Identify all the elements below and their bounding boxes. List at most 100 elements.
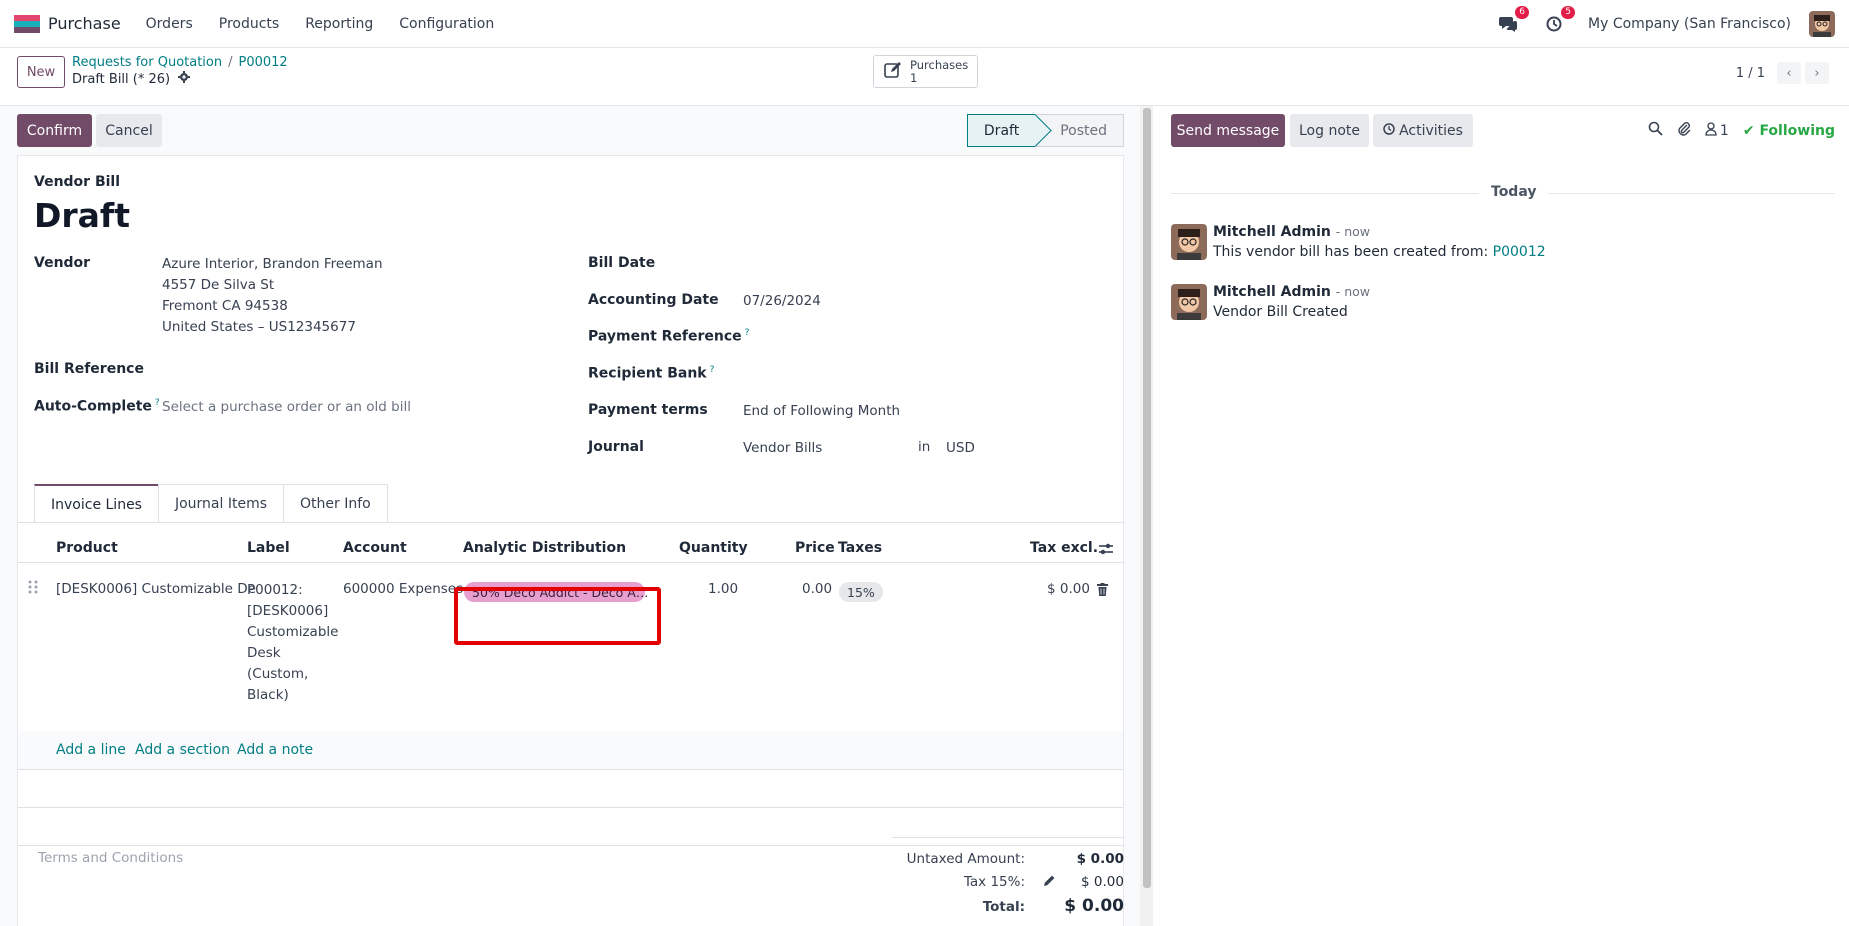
payment-reference-label: Payment Reference? xyxy=(588,328,750,345)
tab-journal-items[interactable]: Journal Items xyxy=(157,484,285,523)
activities-button[interactable]: Activities xyxy=(1373,114,1473,147)
add-note-link[interactable]: Add a note xyxy=(237,742,313,758)
messages-icon[interactable]: 6 xyxy=(1496,6,1530,36)
col-taxes[interactable]: Taxes xyxy=(838,540,882,556)
statusbar: Confirm Cancel Draft Posted xyxy=(17,114,1124,148)
app-logo-icon[interactable] xyxy=(14,14,40,33)
journal-in-text: in xyxy=(918,439,931,455)
table-header-divider xyxy=(18,562,1123,563)
breadcrumb-separator: / xyxy=(228,55,233,70)
activities-badge: 5 xyxy=(1561,6,1576,19)
line-price[interactable]: 0.00 xyxy=(802,581,832,597)
col-account[interactable]: Account xyxy=(343,540,407,556)
accounting-date-input[interactable]: 07/26/2024 xyxy=(743,293,821,309)
row-divider xyxy=(18,807,1123,808)
col-price[interactable]: Price xyxy=(795,540,835,556)
bill-reference-input[interactable] xyxy=(162,357,492,379)
form-view: Confirm Cancel Draft Posted Vendor Bill … xyxy=(0,106,1140,926)
followers-count: 1 xyxy=(1719,122,1729,139)
smart-button-label: Purchases xyxy=(910,57,969,72)
vendor-label: Vendor xyxy=(34,255,91,271)
col-tax-excl[interactable]: Tax excl. xyxy=(1030,540,1098,556)
breadcrumb-rfq[interactable]: Requests for Quotation xyxy=(72,55,222,70)
smart-button-count: 1 xyxy=(910,70,918,85)
optional-columns-icon[interactable] xyxy=(1098,542,1114,560)
followers-button[interactable]: 1 xyxy=(1705,121,1729,140)
tax-tag[interactable]: 15% xyxy=(839,582,883,602)
tax-value: $ 0.00 xyxy=(1081,874,1124,890)
chevron-left-icon[interactable]: ‹ xyxy=(1777,62,1801,84)
col-label[interactable]: Label xyxy=(247,540,290,556)
tab-other-info[interactable]: Other Info xyxy=(283,484,388,523)
control-panel: New Requests for Quotation / P00012 Draft … xyxy=(0,48,1849,106)
accounting-date-label: Accounting Date xyxy=(588,292,719,308)
untaxed-amount-label: Untaxed Amount: xyxy=(906,851,1025,867)
app-name[interactable]: Purchase xyxy=(48,14,121,33)
journal-select[interactable]: Vendor Bills xyxy=(743,440,822,456)
new-button[interactable]: New xyxy=(17,56,65,88)
line-label[interactable]: P00012: [DESK0006] Customizable Desk (Cu… xyxy=(247,580,339,706)
chevron-right-icon[interactable]: › xyxy=(1805,62,1829,84)
breadcrumb-po[interactable]: P00012 xyxy=(239,55,288,70)
following-button[interactable]: ✔ Following xyxy=(1743,123,1835,139)
auto-complete-label: Auto-Complete? xyxy=(34,398,160,415)
form-scrollbar-thumb[interactable] xyxy=(1143,108,1151,888)
bill-date-input[interactable] xyxy=(743,253,1083,275)
line-product[interactable]: [DESK0006] Customizable De xyxy=(56,581,256,597)
message-body: Vendor Bill Created xyxy=(1213,304,1348,320)
untaxed-amount-value: $ 0.00 xyxy=(1076,851,1124,867)
vendor-field[interactable]: Azure Interior, Brandon Freeman xyxy=(162,256,383,272)
company-switcher[interactable]: My Company (San Francisco) xyxy=(1588,16,1791,32)
vendor-address-line: Fremont CA 94538 xyxy=(162,298,288,314)
message-author[interactable]: Mitchell Admin - now xyxy=(1213,284,1370,300)
menu-orders[interactable]: Orders xyxy=(133,16,206,32)
col-analytic-distribution[interactable]: Analytic Distribution xyxy=(463,540,626,556)
bill-reference-label: Bill Reference xyxy=(34,361,144,377)
activities-clock-icon[interactable]: 5 xyxy=(1542,6,1576,36)
help-tooltip-icon[interactable]: ? xyxy=(710,365,715,375)
tab-invoice-lines[interactable]: Invoice Lines xyxy=(34,484,159,523)
clock-icon xyxy=(1383,122,1395,139)
messages-badge: 6 xyxy=(1515,6,1530,19)
add-line-link[interactable]: Add a line xyxy=(56,742,126,758)
col-product[interactable]: Product xyxy=(56,540,118,556)
menu-reporting[interactable]: Reporting xyxy=(292,16,386,32)
stage-draft[interactable]: Draft xyxy=(966,114,1036,147)
author-avatar[interactable] xyxy=(1171,284,1207,320)
pager-value[interactable]: 1 / 1 xyxy=(1736,66,1765,81)
add-section-link[interactable]: Add a section xyxy=(135,742,230,758)
line-account[interactable]: 600000 Expenses xyxy=(343,581,463,597)
gear-icon[interactable] xyxy=(178,71,191,87)
tab-divider xyxy=(18,522,1123,523)
help-tooltip-icon[interactable]: ? xyxy=(745,328,750,338)
message-author[interactable]: Mitchell Admin - now xyxy=(1213,224,1370,240)
drag-handle-icon[interactable] xyxy=(28,580,38,598)
currency-select[interactable]: USD xyxy=(946,440,975,456)
main-menu: Orders Products Reporting Configuration xyxy=(133,16,508,32)
message-po-link[interactable]: P00012 xyxy=(1493,244,1546,260)
col-quantity[interactable]: Quantity xyxy=(679,540,748,556)
menu-products[interactable]: Products xyxy=(206,16,292,32)
auto-complete-input[interactable]: Select a purchase order or an old bill xyxy=(162,399,411,415)
help-tooltip-icon[interactable]: ? xyxy=(155,398,160,408)
line-quantity[interactable]: 1.00 xyxy=(708,581,738,597)
trash-icon[interactable] xyxy=(1097,583,1108,600)
paperclip-icon[interactable] xyxy=(1677,121,1691,141)
terms-conditions-input[interactable]: Terms and Conditions xyxy=(38,850,183,866)
total-value: $ 0.00 xyxy=(1064,896,1124,916)
row-divider xyxy=(18,845,1123,846)
pager: 1 / 1 ‹ › xyxy=(1736,62,1829,84)
journal-label: Journal xyxy=(588,439,644,455)
log-note-button[interactable]: Log note xyxy=(1290,114,1369,147)
purchases-smart-button[interactable]: Purchases 1 xyxy=(873,55,978,88)
send-message-button[interactable]: Send message xyxy=(1171,114,1285,147)
vendor-address-line: 4557 De Silva St xyxy=(162,277,275,293)
search-icon[interactable] xyxy=(1648,121,1663,140)
payment-terms-select[interactable]: End of Following Month xyxy=(743,403,900,419)
cancel-button[interactable]: Cancel xyxy=(96,114,162,147)
confirm-button[interactable]: Confirm xyxy=(17,114,92,147)
menu-configuration[interactable]: Configuration xyxy=(386,16,507,32)
highlight-box xyxy=(454,587,661,645)
user-avatar[interactable] xyxy=(1809,11,1835,37)
author-avatar[interactable] xyxy=(1171,224,1207,260)
